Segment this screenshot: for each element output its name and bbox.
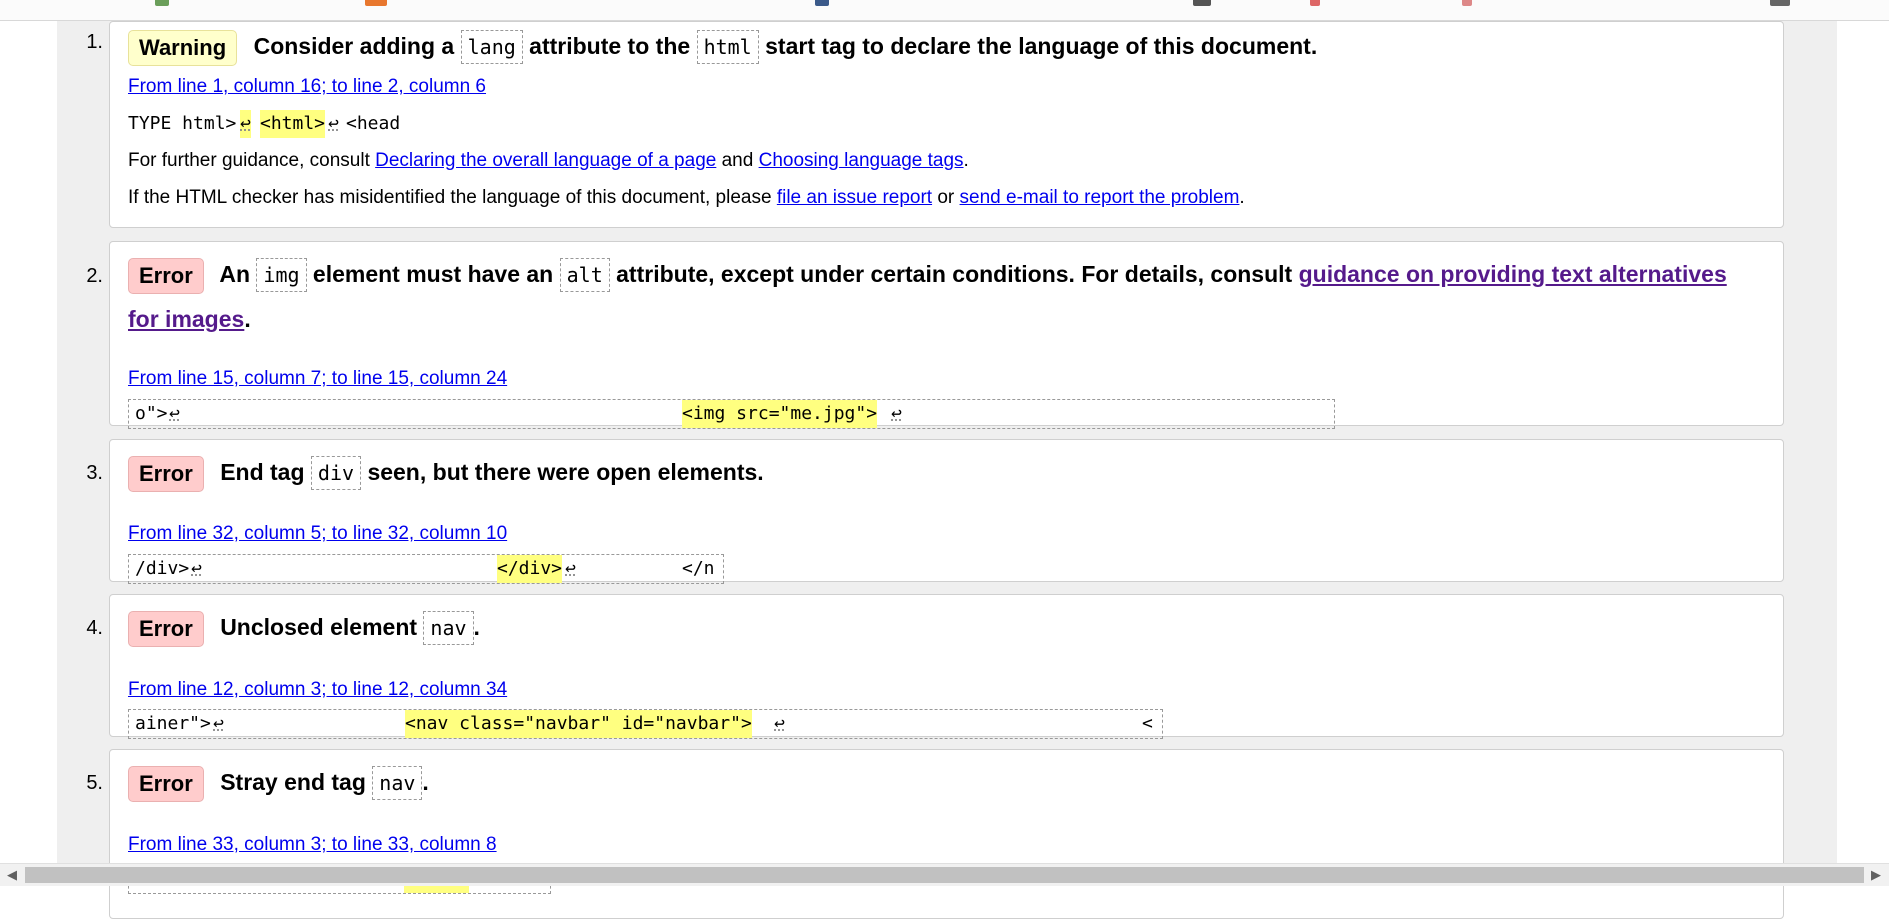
warning-badge: Warning: [128, 29, 238, 66]
horizontal-scrollbar[interactable]: ◀ ▶: [0, 863, 1889, 886]
location-link[interactable]: From line 1, column 16; to line 2, colum…: [128, 75, 486, 99]
email-report-link[interactable]: send e-mail to report the problem: [960, 187, 1240, 208]
message-error: 5. Error Stray end tag nav. From line 33…: [86, 749, 1784, 919]
code-extract: /div> ↩ </div> ↩ </n: [128, 554, 724, 584]
message-error: 4. Error Unclosed element nav. From line…: [86, 594, 1784, 739]
error-badge: Error: [128, 455, 204, 492]
bookmark-icon[interactable]: [815, 0, 829, 6]
bookmark-icon[interactable]: [1770, 0, 1790, 6]
error-badge: Error: [128, 610, 204, 647]
message-number: 5.: [86, 772, 103, 794]
element-code: div: [310, 456, 362, 490]
code-extract: ainer"> ↩ <nav class="navbar" id="navbar…: [128, 709, 1163, 739]
element-code: nav: [372, 766, 423, 800]
message-text: Warning Consider adding a lang attribute…: [128, 24, 1743, 69]
language-declaration-link[interactable]: Declaring the overall language of a page: [375, 150, 716, 171]
location-link[interactable]: From line 15, column 7; to line 15, colu…: [128, 367, 507, 391]
bookmark-icon[interactable]: [1462, 0, 1472, 6]
bookmarks-bar: [0, 0, 1889, 21]
guidance-text: For further guidance, consult Declaring …: [128, 150, 969, 171]
page-margin: [1837, 21, 1889, 863]
attribute-code: lang: [460, 30, 523, 64]
location-link[interactable]: From line 33, column 3; to line 33, colu…: [128, 833, 497, 857]
message-text: Error End tag div seen, but there were o…: [128, 450, 1743, 495]
bookmark-icon[interactable]: [1310, 0, 1320, 6]
error-badge: Error: [128, 257, 204, 294]
scroll-left-arrow-icon[interactable]: ◀: [7, 867, 17, 883]
code-extract: TYPE html> ↩ <html> ↩ <head: [128, 110, 528, 140]
bookmark-icon[interactable]: [365, 0, 387, 6]
scrollbar-thumb[interactable]: [25, 867, 1864, 883]
scroll-right-arrow-icon[interactable]: ▶: [1871, 867, 1881, 883]
message-number: 4.: [86, 617, 103, 639]
language-tags-link[interactable]: Choosing language tags: [759, 150, 964, 171]
issue-report-link[interactable]: file an issue report: [777, 187, 932, 208]
element-code: img: [256, 258, 307, 292]
message-error: 3. Error End tag div seen, but there wer…: [86, 439, 1784, 584]
message-warning: 1. Warning Consider adding a lang attrib…: [86, 21, 1784, 228]
message-number: 2.: [86, 265, 103, 287]
error-badge: Error: [128, 765, 204, 802]
message-text: Error Stray end tag nav.: [128, 760, 1743, 805]
message-text: Error Unclosed element nav.: [128, 605, 1743, 650]
code-extract: o"> ↩ <img src="me.jpg"> ↩: [128, 399, 1335, 429]
element-code: html: [696, 30, 759, 64]
attribute-code: alt: [559, 258, 610, 292]
location-link[interactable]: From line 32, column 5; to line 32, colu…: [128, 522, 507, 546]
message-number: 1.: [86, 31, 103, 53]
misidentified-text: If the HTML checker has misidentified th…: [128, 187, 1245, 208]
element-code: nav: [423, 611, 474, 645]
bookmark-icon[interactable]: [155, 0, 169, 6]
bookmark-icon[interactable]: [1193, 0, 1211, 6]
location-link[interactable]: From line 12, column 3; to line 12, colu…: [128, 678, 507, 702]
message-error: 2. Error An img element must have an alt…: [86, 241, 1784, 429]
message-number: 3.: [86, 462, 103, 484]
message-text: Error An img element must have an alt at…: [128, 252, 1743, 341]
